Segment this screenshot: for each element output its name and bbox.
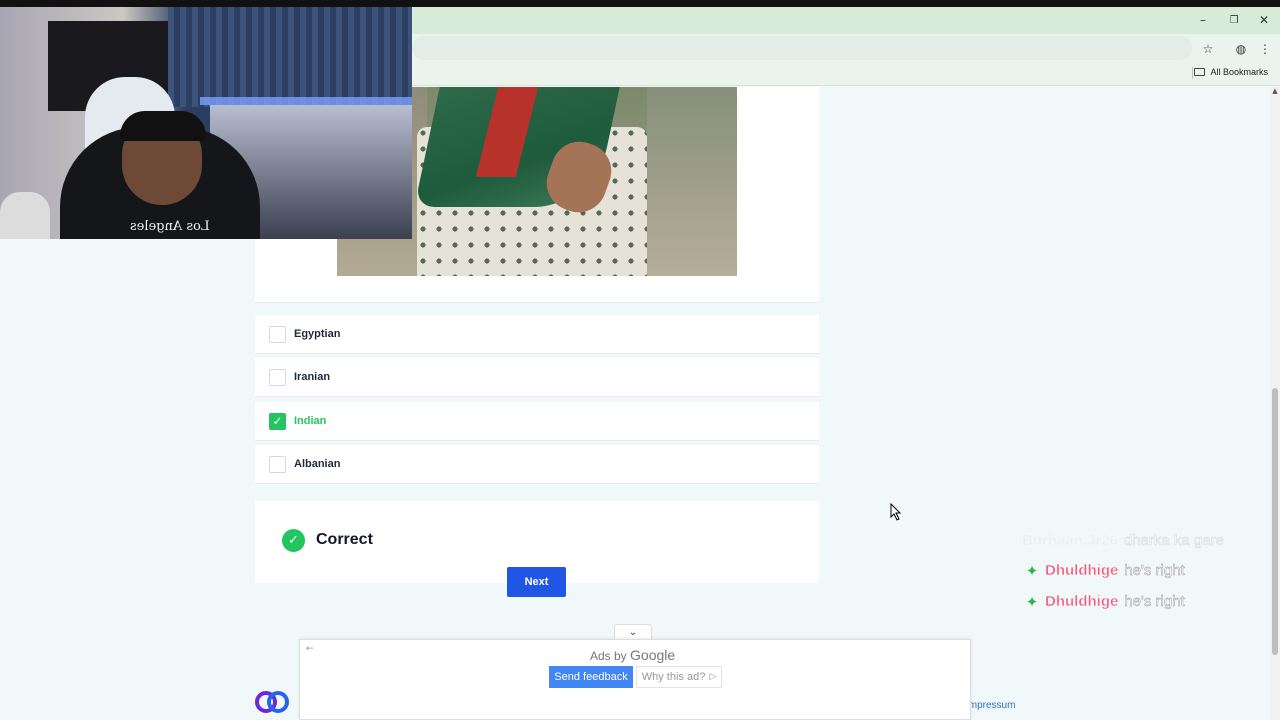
checkbox[interactable] [269,455,286,473]
webcam-cap [120,111,206,141]
browser-menu-icon[interactable]: ⋮ [1256,40,1274,58]
webcam-curtain [168,7,412,107]
chat-message: ✦ Dhuldhige he's right [1025,592,1185,611]
ad-collapse-button[interactable]: ⌄ [614,624,652,640]
option-label: Albanian [294,458,341,470]
address-bar[interactable] [412,36,1192,60]
answer-option-albanian[interactable]: Albanian [255,445,819,483]
option-divider [255,440,819,441]
minimize-icon[interactable]: – [1193,10,1213,30]
answer-option-egyptian[interactable]: Egyptian [255,315,819,353]
result-text: Correct [316,531,373,548]
why-this-ad-button[interactable]: Why this ad? ▷ [636,666,722,688]
restore-icon[interactable]: ❐ [1224,10,1244,30]
webcam-microphone [0,192,50,239]
answer-option-iranian[interactable]: Iranian [255,358,819,396]
close-window-icon[interactable]: ✕ [1254,10,1274,30]
webcam-led-strip [200,97,412,105]
chat-text: he's right [1124,562,1185,579]
all-bookmarks-button[interactable]: All Bookmarks [1194,67,1268,77]
chat-message: Burhaan.Jr26 dharka ka gare [1022,532,1224,549]
send-feedback-button[interactable]: Send feedback [549,666,633,688]
bookmarks-separator [1192,67,1193,79]
site-logo[interactable] [255,688,290,716]
checkbox[interactable] [269,368,286,386]
checkbox[interactable] [269,325,286,343]
scrollbar-thumb[interactable] [1272,388,1278,655]
chat-text: dharka ka gare [1123,532,1224,549]
option-label: Egyptian [294,328,341,340]
chat-message: ✦ Dhuldhige he's right [1025,561,1185,580]
impressum-link[interactable]: Impressum [966,700,1015,711]
answer-option-indian[interactable]: ✓ Indian [255,402,819,440]
bookmark-star-icon[interactable]: ☆ [1199,40,1217,58]
screen-top-edge [0,0,1280,7]
badge-icon: ✦ [1025,592,1039,611]
ads-by-label: Ads by [590,649,627,663]
chat-text: he's right [1124,593,1185,610]
next-button[interactable]: Next [507,567,566,597]
check-circle-icon: ✓ [282,529,305,552]
checkbox-checked[interactable]: ✓ [269,412,286,430]
google-label: Google [630,647,676,663]
folder-icon [1194,68,1206,76]
chat-username: Dhuldhige [1045,562,1119,579]
all-bookmarks-label: All Bookmarks [1210,67,1268,77]
option-label: Indian [294,415,327,427]
arrow-left-icon[interactable]: ← [306,644,314,654]
adchoices-icon: ▷ [709,672,717,682]
chevron-down-icon: ⌄ [628,627,638,638]
option-label: Iranian [294,371,331,383]
chat-username: Dhuldhige [1045,593,1119,610]
scroll-up-icon[interactable]: ▲ [1270,87,1280,99]
why-ad-label: Why this ad? [641,671,706,683]
ads-by-google: Ads by Google [590,647,675,663]
card-divider [255,302,819,303]
shirt-text: Los Angeles [130,219,210,234]
option-divider [255,483,819,484]
mouse-cursor-icon [890,503,902,521]
option-divider [255,353,819,354]
image-background-right [647,87,737,276]
ad-panel: ← Ads by Google Send feedback Why this a… [299,639,971,720]
chat-username: Burhaan.Jr26 [1022,532,1118,549]
option-divider [255,396,819,397]
webcam-overlay: Los Angeles [0,7,412,239]
profile-icon[interactable]: ◍ [1232,40,1250,58]
badge-icon: ✦ [1025,561,1039,580]
